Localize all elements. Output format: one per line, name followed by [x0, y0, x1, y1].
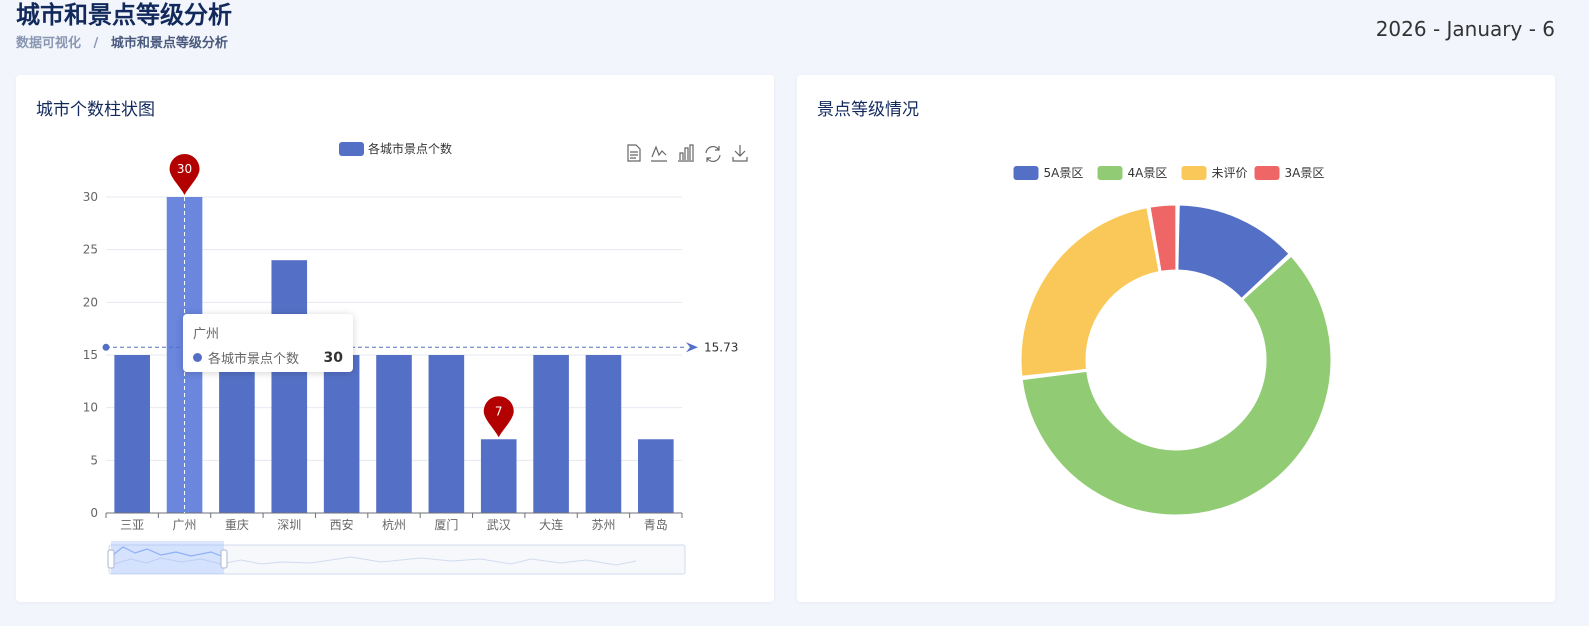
y-tick-label: 20	[83, 295, 98, 309]
bar-深圳[interactable]	[271, 260, 308, 513]
bar-chart-card: 城市个数柱状图 各城市景点个数 0 5 10 15 20 25 30 三亚 广州 重庆 深圳 西安 杭州…	[16, 75, 774, 602]
y-tick-label: 10	[83, 401, 98, 415]
pie-legend-swatch	[1013, 166, 1039, 180]
x-tick-label: 重庆	[225, 518, 249, 532]
data-view-icon[interactable]	[627, 144, 641, 162]
page-header: 城市和景点等级分析 数据可视化 / 城市和景点等级分析	[16, 0, 232, 51]
breadcrumb-item-data-vis[interactable]: 数据可视化	[16, 36, 81, 51]
tooltip-value: 30	[323, 349, 343, 366]
breadcrumb-item-current: 城市和景点等级分析	[110, 36, 228, 51]
y-tick-label: 0	[90, 506, 98, 520]
pie-legend-label: 3A景区	[1285, 166, 1325, 180]
download-icon[interactable]	[732, 145, 748, 162]
pie-legend-item[interactable]: 4A景区	[1097, 166, 1168, 180]
bar-苏州[interactable]	[585, 355, 622, 513]
bar-杭州[interactable]	[376, 355, 412, 513]
pie-legend-swatch	[1181, 166, 1207, 180]
x-tick-label: 杭州	[382, 517, 406, 532]
bar-青岛[interactable]	[638, 439, 674, 513]
tooltip-series-name: 各城市景点个数	[208, 352, 300, 367]
bar-厦门[interactable]	[428, 355, 465, 513]
x-tick-label: 厦门	[434, 517, 458, 532]
bar-三亚[interactable]	[114, 355, 150, 513]
bar-武汉[interactable]	[480, 439, 517, 513]
x-tick-label: 深圳	[277, 518, 301, 532]
y-tick-label: 30	[83, 190, 98, 204]
pie-legend-item[interactable]: 未评价	[1181, 166, 1248, 180]
min-pin[interactable]: 7	[483, 396, 514, 438]
bar-重庆[interactable]	[219, 355, 255, 513]
breadcrumb-separator: /	[93, 36, 99, 51]
data-zoom-slider[interactable]	[107, 541, 686, 575]
legend-label[interactable]: 各城市景点个数	[368, 141, 452, 156]
y-tick-label: 5	[90, 453, 98, 467]
x-tick-label: 三亚	[120, 518, 144, 532]
y-tick-label: 25	[83, 243, 98, 257]
x-tick-label: 青岛	[644, 517, 668, 532]
pie-legend-swatch	[1254, 166, 1280, 180]
tooltip-series-dot	[193, 353, 202, 362]
pie-legend-swatch	[1097, 166, 1123, 180]
average-line-label: 15.73	[704, 340, 738, 354]
pie-legend-item[interactable]: 3A景区	[1254, 166, 1325, 180]
donut-chart: 5A景区 4A景区 未评价 3A景区	[1013, 166, 1332, 516]
bar-tooltip: 广州 各城市景点个数 30	[183, 314, 353, 372]
donut-slice-未评价[interactable]	[1020, 207, 1160, 377]
bar-大连[interactable]	[533, 355, 569, 513]
breadcrumb: 数据可视化 / 城市和景点等级分析	[16, 32, 232, 51]
pie-legend-label: 未评价	[1212, 166, 1248, 180]
bar-chart: 各城市景点个数 051015202530三亚 广州 重庆 深圳 西安 杭州 厦门 武汉 大连 苏州…	[83, 141, 748, 575]
pie-chart-card: 景点等级情况 5A景区 4A景区 未评价 3A景区	[797, 75, 1555, 602]
y-tick-label: 15	[83, 348, 98, 362]
x-tick-label: 苏州	[591, 518, 615, 532]
zoom-window[interactable]	[111, 541, 224, 574]
page-title: 城市和景点等级分析	[16, 1, 232, 29]
max-pin[interactable]: 30	[169, 154, 200, 195]
x-tick-label: 广州	[173, 518, 197, 532]
average-line-arrow	[686, 342, 698, 353]
tooltip-title: 广州	[193, 327, 220, 342]
legend-swatch[interactable]	[339, 142, 364, 156]
zoom-handle-right[interactable]	[220, 549, 228, 569]
bar-chart-icon[interactable]	[678, 144, 694, 162]
date-display: 2026 - January - 6	[1375, 17, 1555, 41]
pie-legend-item[interactable]: 5A景区	[1013, 166, 1084, 180]
bar-西安[interactable]	[323, 355, 360, 513]
pie-legend-label: 5A景区	[1044, 166, 1084, 180]
restore-icon[interactable]	[705, 145, 721, 163]
min-pin-label: 7	[495, 404, 503, 418]
average-line-start	[102, 343, 110, 351]
x-tick-label: 大连	[539, 517, 563, 532]
max-pin-label: 30	[177, 162, 192, 176]
zoom-handle-left[interactable]	[107, 549, 115, 569]
line-chart-icon[interactable]	[651, 145, 667, 162]
x-tick-label: 武汉	[487, 518, 511, 532]
x-tick-label: 西安	[330, 517, 354, 532]
pie-legend-label: 4A景区	[1128, 166, 1168, 180]
